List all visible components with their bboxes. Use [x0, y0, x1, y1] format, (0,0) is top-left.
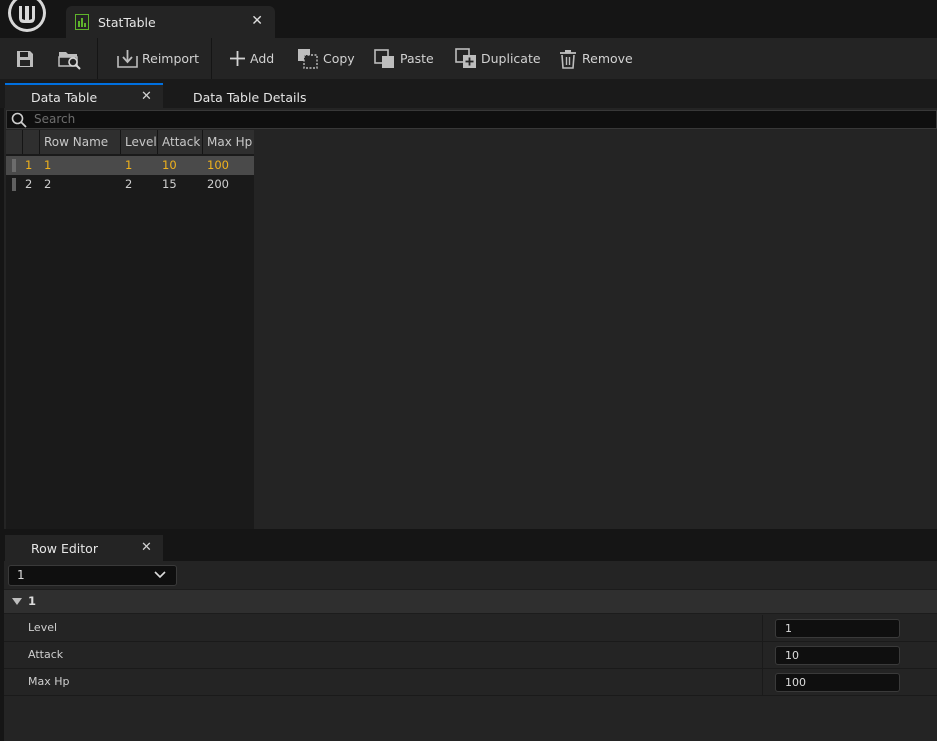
copy-icon — [298, 48, 318, 69]
tab-data-table-label: Data Table — [31, 90, 98, 105]
max-hp-cell: 100 — [207, 158, 229, 172]
row-name-cell: 1 — [44, 158, 52, 172]
remove-label: Remove — [582, 51, 633, 66]
column-header-row-name[interactable]: Row Name — [40, 130, 121, 154]
tab-data-table-details[interactable]: Data Table Details — [175, 83, 325, 108]
reimport-button[interactable]: Reimport — [117, 38, 199, 79]
property-row-max-hp: Max Hp 100 — [4, 669, 937, 696]
close-tab-icon[interactable]: ✕ — [251, 13, 263, 29]
duplicate-label: Duplicate — [481, 51, 541, 66]
row-name-cell: 2 — [44, 177, 52, 191]
max-hp-cell: 200 — [207, 177, 229, 191]
tab-row-editor-label: Row Editor — [31, 541, 98, 556]
level-value-field[interactable]: 1 — [775, 619, 900, 638]
toolbar-divider — [211, 38, 212, 79]
duplicate-icon — [455, 47, 476, 68]
paste-button[interactable]: Paste — [374, 38, 434, 79]
header-grip-column — [6, 130, 23, 154]
column-splitter[interactable] — [762, 669, 763, 695]
attack-value-field[interactable]: 10 — [775, 646, 900, 665]
attack-cell: 10 — [162, 158, 177, 172]
search-input[interactable]: Search — [6, 110, 937, 129]
column-header-attack[interactable]: Attack — [158, 130, 203, 154]
copy-label: Copy — [323, 51, 355, 66]
category-title: 1 — [28, 594, 37, 608]
copy-button[interactable]: Copy — [297, 38, 355, 79]
property-label: Max Hp — [28, 675, 70, 688]
table-row[interactable]: 2 2 2 15 200 — [6, 175, 254, 194]
add-label: Add — [250, 51, 275, 66]
toolbar-divider — [97, 38, 98, 79]
attack-cell: 15 — [162, 177, 177, 191]
duplicate-button[interactable]: Duplicate — [455, 38, 541, 79]
header-index-column — [23, 130, 40, 154]
remove-button[interactable]: Remove — [558, 38, 633, 79]
drag-handle-icon[interactable] — [12, 178, 16, 191]
tab-data-table-details-label: Data Table Details — [193, 90, 307, 105]
unreal-logo-icon[interactable] — [6, 0, 48, 34]
column-header-max-hp[interactable]: Max Hp — [203, 130, 254, 154]
save-icon — [17, 50, 33, 67]
property-label: Attack — [28, 648, 64, 661]
paste-icon — [374, 48, 394, 68]
reimport-label: Reimport — [142, 51, 200, 66]
paste-label: Paste — [400, 51, 434, 66]
max-hp-value-field[interactable]: 100 — [775, 673, 900, 692]
panel-tab-bar: Data Table ✕ Data Table Details — [0, 79, 937, 108]
row-index: 2 — [25, 177, 33, 191]
close-tab-icon[interactable]: ✕ — [141, 89, 152, 104]
browse-asset-icon — [58, 51, 81, 70]
data-table-grid: Row Name Level Attack Max Hp 1 1 1 10 10… — [6, 130, 254, 529]
row-index: 1 — [25, 158, 33, 172]
property-category[interactable]: 1 — [4, 589, 937, 614]
drag-handle-icon[interactable] — [12, 159, 16, 172]
save-button[interactable] — [15, 38, 39, 79]
data-table-icon — [75, 14, 89, 30]
search-icon — [11, 112, 27, 128]
chevron-down-icon — [154, 571, 166, 579]
row-editor-tab-bar: Row Editor ✕ — [0, 529, 937, 561]
add-button[interactable]: Add — [229, 38, 274, 79]
tab-row-editor[interactable]: Row Editor ✕ — [5, 535, 163, 561]
property-row-level: Level 1 — [4, 615, 937, 642]
reimport-icon — [117, 49, 138, 68]
column-splitter[interactable] — [762, 615, 763, 641]
column-splitter[interactable] — [762, 642, 763, 668]
tab-data-table[interactable]: Data Table ✕ — [5, 83, 163, 108]
document-tab[interactable]: StatTable ✕ — [66, 6, 275, 38]
search-placeholder: Search — [34, 112, 76, 126]
level-cell: 2 — [125, 177, 133, 191]
trash-icon — [560, 49, 576, 69]
level-cell: 1 — [125, 158, 133, 172]
row-select-dropdown[interactable]: 1 — [8, 565, 177, 586]
property-label: Level — [28, 621, 58, 634]
plus-icon — [230, 51, 245, 66]
row-select-value: 1 — [17, 568, 25, 582]
document-tab-title: StatTable — [98, 15, 156, 30]
browse-asset-button[interactable] — [58, 38, 86, 79]
table-row[interactable]: 1 1 1 10 100 — [6, 156, 254, 175]
property-row-attack: Attack 10 — [4, 642, 937, 669]
collapse-arrow-icon[interactable] — [12, 598, 22, 605]
data-table-empty-area — [254, 130, 937, 529]
toolbar: Reimport Add Copy Paste Duplicate Remove — [0, 38, 937, 79]
column-header-level[interactable]: Level — [121, 130, 158, 154]
close-tab-icon[interactable]: ✕ — [141, 540, 152, 555]
